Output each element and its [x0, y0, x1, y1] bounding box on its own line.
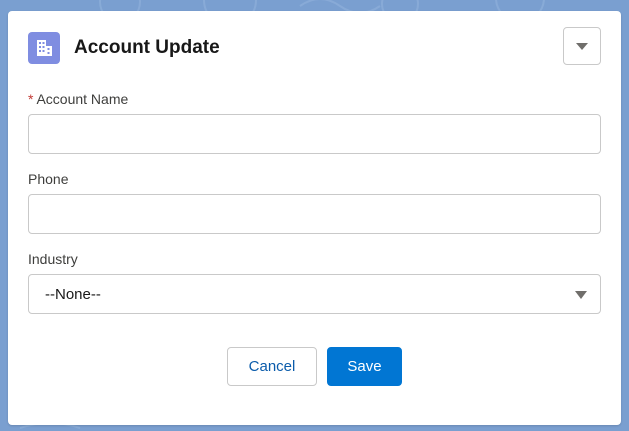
- industry-field: Industry --None--: [28, 250, 601, 314]
- cancel-button[interactable]: Cancel: [227, 347, 317, 386]
- caret-down-icon: [575, 291, 587, 299]
- building-icon: [28, 32, 60, 64]
- account-name-label: * Account Name: [28, 90, 601, 108]
- modal-header: Account Update: [28, 27, 601, 70]
- industry-selected-value: --None--: [45, 286, 101, 303]
- phone-label: Phone: [28, 171, 69, 187]
- modal-footer: Cancel Save: [8, 347, 621, 387]
- industry-select[interactable]: --None--: [28, 274, 601, 314]
- industry-label: Industry: [28, 251, 78, 267]
- account-name-field: * Account Name: [28, 90, 601, 154]
- account-name-input[interactable]: [28, 114, 601, 154]
- header-menu-button[interactable]: [563, 27, 601, 65]
- required-marker: *: [28, 91, 34, 107]
- modal-card: Account Update * Account Name Phone Indus…: [8, 11, 621, 425]
- phone-input[interactable]: [28, 194, 601, 234]
- account-name-label-text: Account Name: [36, 91, 129, 107]
- chevron-down-icon: [576, 43, 588, 50]
- phone-field: Phone: [28, 170, 601, 234]
- save-button[interactable]: Save: [327, 347, 402, 386]
- modal-title: Account Update: [74, 37, 220, 58]
